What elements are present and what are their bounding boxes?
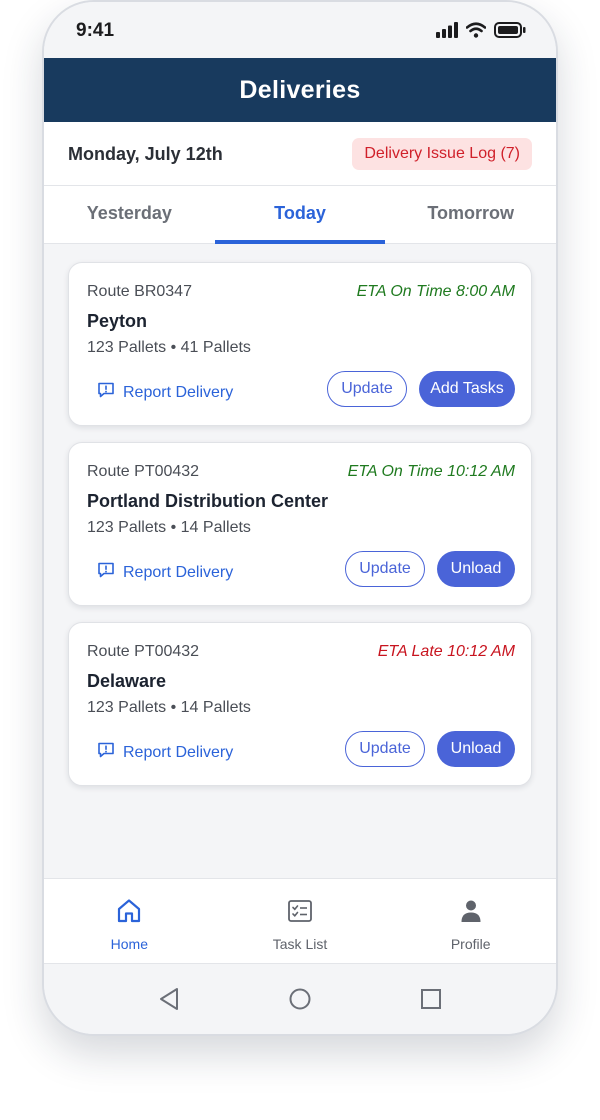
report-message-icon — [97, 381, 115, 404]
battery-icon — [494, 22, 526, 43]
eta-status: ETA Late 10:12 AM — [377, 643, 515, 660]
destination-name: Peyton — [87, 311, 148, 331]
report-delivery-link[interactable]: Report Delivery — [97, 381, 233, 404]
report-delivery-link[interactable]: Report Delivery — [97, 741, 233, 764]
report-delivery-label: Report Delivery — [123, 563, 234, 581]
eta-status: ETA On Time 10:12 AM — [347, 463, 515, 480]
tab-today[interactable]: Today — [214, 186, 386, 244]
home-circle-icon[interactable] — [287, 986, 313, 1017]
system-navigation-bar — [44, 964, 556, 1034]
bottom-navigation: Home Task List Profile — [44, 878, 556, 964]
update-button[interactable]: Update — [345, 731, 425, 767]
delivery-card: Route PT00432 ETA On Time 10:12 AM Portl… — [68, 442, 532, 606]
update-button[interactable]: Update — [345, 551, 425, 587]
day-tabs: Yesterday Today Tomorrow — [44, 186, 556, 244]
unload-button[interactable]: Unload — [437, 551, 515, 587]
delivery-issue-log-button[interactable]: Delivery Issue Log (7) — [352, 138, 532, 170]
app-header: Deliveries — [44, 58, 556, 122]
profile-icon — [457, 897, 485, 930]
destination-name: Portland Distribution Center — [87, 491, 329, 511]
status-time: 9:41 — [76, 20, 115, 41]
task-list-icon — [286, 897, 314, 930]
destination-name: Delaware — [87, 671, 167, 691]
nav-home[interactable]: Home — [44, 879, 215, 963]
signal-icon — [436, 22, 458, 43]
nav-task-list-label: Task List — [272, 936, 328, 952]
route-id: Route BR0347 — [87, 283, 192, 300]
status-bar: 9:41 — [44, 2, 556, 58]
report-message-icon — [97, 741, 115, 764]
route-id: Route PT00432 — [87, 643, 200, 660]
report-message-icon — [97, 561, 115, 584]
status-icons — [436, 22, 526, 43]
date-bar: Monday, July 12th Delivery Issue Log (7) — [44, 122, 556, 186]
update-button[interactable]: Update — [327, 371, 407, 407]
page-title: Deliveries — [239, 75, 361, 104]
recents-square-icon[interactable] — [418, 986, 444, 1017]
home-icon — [115, 897, 143, 930]
nav-home-label: Home — [110, 936, 149, 952]
eta-status: ETA On Time 8:00 AM — [356, 283, 515, 300]
back-icon[interactable] — [156, 986, 182, 1017]
pallet-count: 123 Pallets • 41 Pallets — [87, 339, 251, 356]
phone-frame: 9:41 Deliveries Monday, July 12th Delive… — [42, 0, 558, 1036]
tab-tomorrow[interactable]: Tomorrow — [385, 186, 556, 243]
current-date: Monday, July 12th — [68, 144, 223, 164]
add-tasks-button[interactable]: Add Tasks — [419, 371, 515, 407]
nav-profile[interactable]: Profile — [385, 879, 556, 963]
unload-button[interactable]: Unload — [437, 731, 515, 767]
pallet-count: 123 Pallets • 14 Pallets — [87, 699, 251, 716]
report-delivery-label: Report Delivery — [123, 743, 234, 761]
report-delivery-link[interactable]: Report Delivery — [97, 561, 233, 584]
route-id: Route PT00432 — [87, 463, 200, 480]
delivery-card: Route PT00432 ETA Late 10:12 AM Delaware… — [68, 622, 532, 786]
nav-profile-label: Profile — [450, 936, 491, 952]
tab-yesterday[interactable]: Yesterday — [44, 186, 215, 243]
pallet-count: 123 Pallets • 14 Pallets — [87, 519, 251, 536]
nav-task-list[interactable]: Task List — [215, 879, 386, 963]
delivery-card: Route BR0347 ETA On Time 8:00 AM Peyton … — [68, 262, 532, 426]
wifi-icon — [465, 22, 487, 43]
report-delivery-label: Report Delivery — [123, 383, 234, 401]
